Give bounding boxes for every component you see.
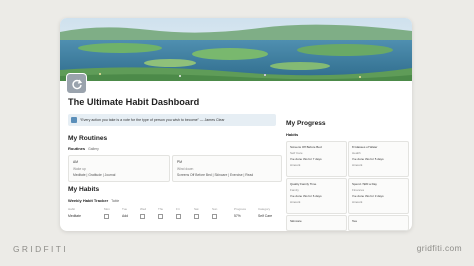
progress-card-tag: Health xyxy=(352,151,361,155)
progress-card-tag: Family xyxy=(290,188,299,192)
routines-heading: My Routines xyxy=(68,135,108,142)
progress-card-title: Spend <$30 a Day xyxy=(352,182,377,186)
watermark-left: GRIDFITI xyxy=(13,244,69,254)
col-fri: Fri xyxy=(176,207,180,211)
col-thu: Thu xyxy=(158,207,164,211)
progress-card[interactable]: Spend <$30 a Day Finances I've done this… xyxy=(348,178,409,214)
info-icon xyxy=(71,117,77,123)
quote-text: “Every action you take is a vote for the… xyxy=(80,118,225,122)
habit-tracker-label: Weekly Habit Tracker xyxy=(68,198,109,203)
progress-card[interactable]: Quality Family Time Family I've done thi… xyxy=(286,178,347,214)
habit-category: Self Care xyxy=(258,214,273,218)
table-row[interactable]: Meditate Add 57% Self Care xyxy=(68,214,284,220)
progress-card-title: Tea xyxy=(352,219,357,223)
page-title: The Ultimate Habit Dashboard xyxy=(68,97,200,107)
routine-card-pm[interactable]: PM Wind down Screens Off Before Bed | Sk… xyxy=(172,155,282,182)
watermark-right: gridfiti.com xyxy=(416,243,462,253)
progress-card-line: I've done this for 5 days xyxy=(352,157,384,161)
progress-card[interactable]: Tea xyxy=(348,215,409,231)
habits-heading: My Habits xyxy=(68,186,100,193)
checkbox-fri[interactable] xyxy=(176,214,181,220)
cover-banner-image xyxy=(60,18,412,81)
table-view-tab[interactable]: Table xyxy=(111,199,119,203)
col-tue: Tue xyxy=(122,207,128,211)
routine-am-label: AM xyxy=(73,160,78,164)
col-mon: Mon xyxy=(104,207,110,211)
progress-card-amount: Amount xyxy=(290,200,301,204)
routines-view-row[interactable]: Routines Gallery xyxy=(68,146,99,151)
progress-card[interactable]: 8 Glasses of Water Health I've done this… xyxy=(348,141,409,177)
routine-am-subtitle: Wake up xyxy=(73,167,86,171)
screenshot-root: { "page": { "title": "The Ultimate Habit… xyxy=(0,0,474,266)
col-progress: Progress xyxy=(234,207,247,211)
checkbox-sun[interactable] xyxy=(212,214,217,220)
routines-label: Routines xyxy=(68,146,86,151)
progress-habits-label: Habits xyxy=(286,132,299,137)
progress-card-tag: Finances xyxy=(352,188,365,192)
habit-tracker-row[interactable]: Weekly Habit Tracker Table xyxy=(68,198,119,203)
routine-pm-subtitle: Wind down xyxy=(177,167,194,171)
progress-card-amount: Amount xyxy=(352,200,363,204)
progress-card-title: Skincare xyxy=(290,219,302,223)
habit-progress: 57% xyxy=(234,214,241,218)
routine-card-am[interactable]: AM Wake up Meditate | Gratitude | Journa… xyxy=(68,155,170,182)
routine-pm-label: PM xyxy=(177,160,182,164)
quote-callout: “Every action you take is a vote for the… xyxy=(68,114,276,126)
progress-card-tag: Self Care xyxy=(290,151,303,155)
checkbox-wed[interactable] xyxy=(140,214,145,220)
checkbox-sat[interactable] xyxy=(194,214,199,220)
col-wed: Wed xyxy=(140,207,147,211)
progress-card-title: Screens Off Before Bed xyxy=(290,145,322,149)
progress-card[interactable]: Skincare xyxy=(286,215,347,231)
add-cell[interactable]: Add xyxy=(122,214,128,218)
progress-card-line: I've done this for 3 days xyxy=(352,194,384,198)
progress-card-amount: Amount xyxy=(290,163,301,167)
col-category: Category xyxy=(258,207,271,211)
progress-card-title: 8 Glasses of Water xyxy=(352,145,378,149)
progress-card-line: I've done this for 7 days xyxy=(290,157,322,161)
col-sat: Sat xyxy=(194,207,199,211)
col-sun: Sun xyxy=(212,207,218,211)
checkbox-thu[interactable] xyxy=(158,214,163,220)
progress-card-amount: Amount xyxy=(352,163,363,167)
refresh-icon[interactable] xyxy=(66,73,87,94)
progress-card-title: Quality Family Time xyxy=(290,182,317,186)
col-habit: Habit xyxy=(68,207,76,211)
habit-table-header: Habit Mon Tue Wed Thu Fri Sat Sun Progre… xyxy=(68,207,284,212)
gallery-view-tab[interactable]: Gallery xyxy=(88,147,99,151)
checkbox-mon[interactable] xyxy=(104,214,109,220)
routine-am-items: Meditate | Gratitude | Journal xyxy=(73,173,116,177)
progress-heading: My Progress xyxy=(286,120,326,127)
habit-name: Meditate xyxy=(68,214,82,218)
progress-card[interactable]: Screens Off Before Bed Self Care I've do… xyxy=(286,141,347,177)
progress-card-line: I've done this for 6 days xyxy=(290,194,322,198)
dashboard-window: The Ultimate Habit Dashboard “Every acti… xyxy=(60,18,412,231)
routine-pm-items: Screens Off Before Bed | Skincare | Exer… xyxy=(177,173,254,177)
